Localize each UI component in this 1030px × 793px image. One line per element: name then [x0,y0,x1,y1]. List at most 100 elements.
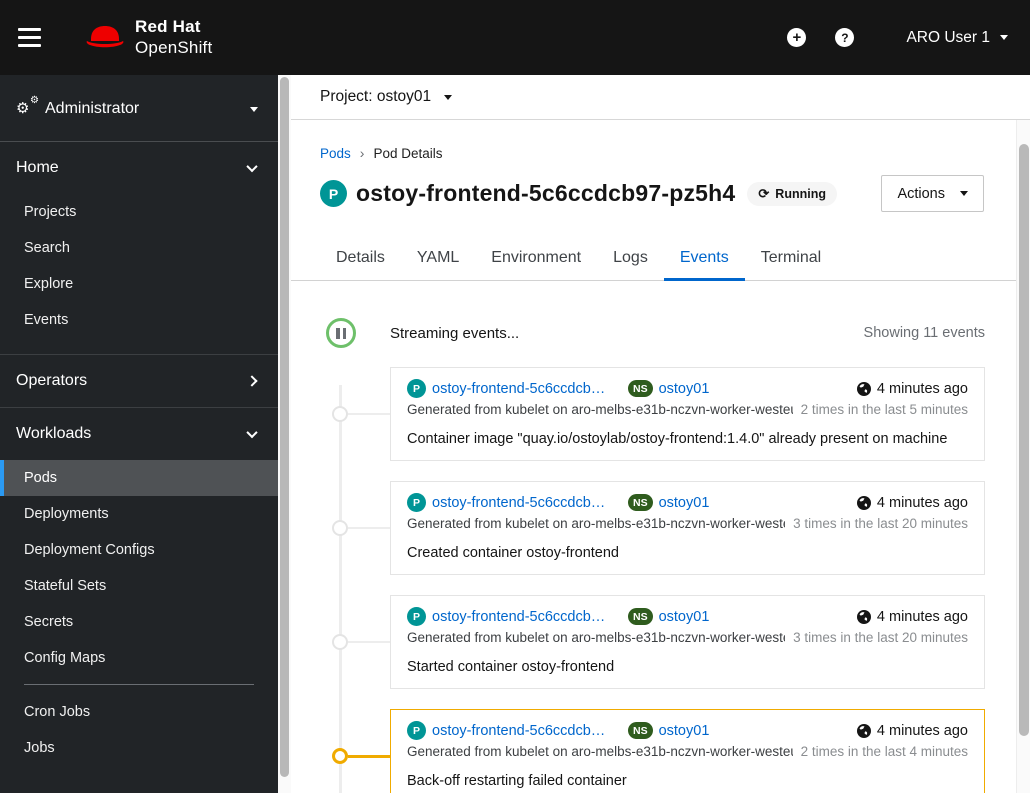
event-card-list: P ostoy-frontend-5c6ccdcb97-... NS ostoy… [332,367,985,793]
event-row: P ostoy-frontend-5c6ccdcb97-... NS ostoy… [332,709,985,793]
event-card: P ostoy-frontend-5c6ccdcb97-... NS ostoy… [390,367,985,461]
chevron-right-icon [246,375,258,387]
tab-yaml[interactable]: YAML [401,236,475,280]
event-time-label: 4 minutes ago [876,494,968,511]
page-scrollbar [278,75,291,793]
tab-events[interactable]: Events [663,236,745,281]
perspective-label: Administrator [45,100,140,117]
pod-resource-icon: P [407,379,426,398]
page-title: ostoy-frontend-5c6ccdcb97-pz5h4 [356,180,736,206]
breadcrumb-pods-link[interactable]: Pods [320,146,351,161]
page-scrollbar-thumb[interactable] [280,77,289,777]
project-selector[interactable]: Project: ostoy01 [320,88,453,106]
event-time-label: 4 minutes ago [876,380,968,397]
namespace-resource-icon: NS [628,494,653,511]
gears-icon: ⚙ ⚙ [16,95,39,117]
chevron-down-icon [246,426,258,439]
namespace-link[interactable]: ostoy01 [659,381,710,397]
event-card-header: P ostoy-frontend-5c6ccdcb97-... NS ostoy… [407,721,968,740]
globe-icon [856,495,871,510]
tab-environment[interactable]: Environment [475,236,597,280]
chevron-down-icon [1000,35,1008,40]
sidebar-item-jobs[interactable]: Jobs [0,730,278,766]
sidebar-item-cron-jobs[interactable]: Cron Jobs [0,694,278,730]
project-bar: Project: ostoy01 [291,75,1030,120]
user-menu[interactable]: ARO User 1 [906,29,1008,47]
sidebar-item-secrets[interactable]: Secrets [0,604,278,640]
event-message: Started container ostoy-frontend [407,659,615,675]
redhat-openshift-logo[interactable]: Red Hat OpenShift [84,17,212,57]
tab-terminal[interactable]: Terminal [745,236,837,280]
namespace-resource-icon: NS [628,380,653,397]
project-selector-label: Project: ostoy01 [320,88,432,105]
pod-link[interactable]: ostoy-frontend-5c6ccdcb97-... [432,723,610,739]
event-frequency: 3 times in the last 20 minutes [793,516,968,531]
event-card: P ostoy-frontend-5c6ccdcb97-... NS ostoy… [390,481,985,575]
event-card-subheader: Generated from kubelet on aro-melbs-e31b… [407,516,968,531]
event-source: Generated from kubelet on aro-melbs-e31b… [407,516,786,531]
nav-group-operators[interactable]: Operators [0,355,278,407]
sidebar-item-config-maps[interactable]: Config Maps [0,640,278,676]
sidebar-item-events[interactable]: Events [0,302,278,338]
event-card: P ostoy-frontend-5c6ccdcb97-... NS ostoy… [390,595,985,689]
nav-group-home[interactable]: Home [0,142,278,194]
sidebar-item-projects[interactable]: Projects [0,194,278,230]
timeline-connector [348,755,390,758]
main-content: Project: ostoy01 Pods › Pod Details P os… [291,75,1030,793]
add-plus-icon[interactable]: + [787,28,807,47]
sidebar: ⚙ ⚙ Administrator Home Projects Search Ex… [0,75,278,793]
help-question-icon[interactable]: ? [835,28,855,47]
event-timeline [339,385,342,793]
event-card-subheader: Generated from kubelet on aro-melbs-e31b… [407,744,968,759]
tab-logs[interactable]: Logs [597,236,664,280]
globe-icon [856,723,871,738]
event-frequency: 2 times in the last 4 minutes [800,744,968,759]
event-card: P ostoy-frontend-5c6ccdcb97-... NS ostoy… [390,709,985,793]
tab-details[interactable]: Details [320,236,401,280]
hamburger-menu-icon[interactable] [18,18,58,58]
sidebar-item-stateful-sets[interactable]: Stateful Sets [0,568,278,604]
event-card-header: P ostoy-frontend-5c6ccdcb97-... NS ostoy… [407,379,968,398]
sidebar-item-deployment-configs[interactable]: Deployment Configs [0,532,278,568]
pod-link[interactable]: ostoy-frontend-5c6ccdcb97-... [432,381,610,397]
timeline-dot-icon [332,634,348,650]
nav-group-workloads[interactable]: Workloads [0,408,278,460]
event-source: Generated from kubelet on aro-melbs-e31b… [407,744,793,759]
timeline-connector [348,527,390,529]
event-time: 4 minutes ago [856,380,968,397]
namespace-link[interactable]: ostoy01 [659,495,710,511]
namespace-resource-icon: NS [628,608,653,625]
sidebar-item-search[interactable]: Search [0,230,278,266]
masthead-toolbar: + ? ARO User 1 [787,28,1030,47]
event-row: P ostoy-frontend-5c6ccdcb97-... NS ostoy… [332,595,985,689]
sidebar-item-pods[interactable]: Pods [0,460,278,496]
openshift-console: Red Hat OpenShift + ? ARO User 1 ⚙ ⚙ Admi… [0,0,1030,793]
event-message: Back-off restarting failed container [407,773,627,789]
perspective-switcher[interactable]: ⚙ ⚙ Administrator [0,75,278,142]
pod-resource-icon: P [407,607,426,626]
chevron-down-icon [444,94,453,100]
workloads-subnav-2: Cron Jobs Jobs [0,694,278,766]
content-scrollbar-thumb[interactable] [1019,144,1029,736]
event-row: P ostoy-frontend-5c6ccdcb97-... NS ostoy… [332,367,985,461]
sidebar-item-explore[interactable]: Explore [0,266,278,302]
events-count-label: Showing 11 events [863,325,985,341]
pause-stream-button[interactable] [326,318,356,348]
namespace-link[interactable]: ostoy01 [659,723,710,739]
nav-group-label: Home [16,159,59,176]
streaming-label: Streaming events... [390,324,520,342]
breadcrumb-separator: › [359,145,365,161]
timeline-dot-icon [332,520,348,536]
nav-group-label: Workloads [16,425,92,442]
stream-header: Streaming events... Showing 11 events [291,318,1016,348]
sidebar-item-deployments[interactable]: Deployments [0,496,278,532]
actions-button[interactable]: Actions [881,175,984,212]
divider [24,684,254,685]
status-badge: ⟳ Running [747,181,837,206]
pod-details-content: Pods › Pod Details P ostoy-frontend-5c6c… [291,120,1016,793]
pod-link[interactable]: ostoy-frontend-5c6ccdcb97-... [432,609,610,625]
event-frequency: 2 times in the last 5 minutes [800,402,968,417]
namespace-link[interactable]: ostoy01 [659,609,710,625]
nav-group-label: Operators [16,372,88,389]
pod-link[interactable]: ostoy-frontend-5c6ccdcb97-... [432,495,610,511]
